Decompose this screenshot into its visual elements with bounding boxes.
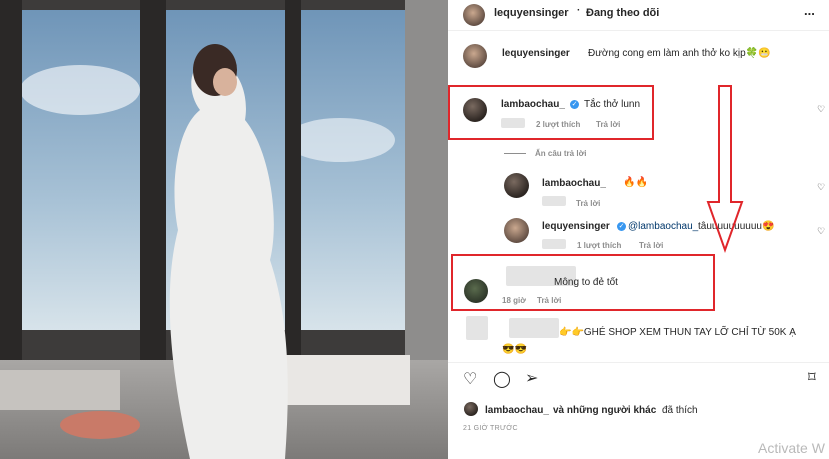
reply1-avatar[interactable] — [504, 173, 529, 198]
comment3-blurred-username — [509, 318, 559, 338]
photo-illustration — [0, 0, 448, 459]
hide-replies[interactable]: Ẩn câu trả lời — [535, 149, 586, 158]
verified-icon: ✓ — [617, 222, 626, 231]
caption-avatar[interactable] — [463, 44, 487, 68]
reply1-username[interactable]: lambaochau_ — [542, 178, 606, 189]
action-divider — [448, 362, 829, 363]
likes-suffix: đã thích — [662, 405, 698, 416]
comment1-like-icon[interactable]: ♡ — [817, 104, 825, 115]
reply2-reply[interactable]: Trả lời — [639, 241, 663, 250]
likes-text[interactable]: và những người khác — [553, 405, 656, 416]
post-timestamp: 21 GIỜ TRƯỚC — [463, 425, 518, 432]
more-options-icon[interactable]: ... — [804, 3, 815, 18]
highlight-box-2 — [451, 254, 715, 311]
comment3-extra: 😎😎 — [502, 344, 527, 355]
header-avatar[interactable] — [463, 4, 485, 26]
likes-username[interactable]: lambaochau_ — [485, 405, 549, 416]
comment3-blurred-avatar — [466, 316, 488, 340]
caption-text: Đường cong em làm anh thở ko kịp🍀😬 — [588, 48, 771, 59]
reply1-text: 🔥🔥 — [623, 177, 648, 188]
post-photo — [0, 0, 448, 459]
reply1-reply[interactable]: Trả lời — [576, 199, 600, 208]
caption-username[interactable]: lequyensinger — [502, 48, 570, 59]
activate-watermark: Activate W — [758, 440, 825, 456]
red-arrow-icon — [706, 85, 744, 253]
reply1-blurred-time — [542, 196, 566, 206]
replies-divider — [504, 153, 526, 154]
reply2-username[interactable]: lequyensinger — [542, 221, 610, 232]
header-divider — [448, 30, 829, 31]
header-username[interactable]: lequyensinger — [494, 7, 569, 19]
comment3-text: 👉👉GHÉ SHOP XEM THUN TAY LỠ CHỈ TỪ 50K Ạ — [559, 327, 796, 338]
reply2-blurred-time — [542, 239, 566, 249]
reply2-likes[interactable]: 1 lượt thích — [577, 241, 621, 250]
comment-icon[interactable]: ◯ — [493, 369, 511, 389]
header-separator: · — [577, 5, 581, 16]
comments-panel: lequyensinger · Đang theo dõi ... lequye… — [448, 0, 829, 459]
like-icon[interactable]: ♡ — [463, 369, 477, 389]
highlight-box-1 — [448, 85, 654, 140]
reply2-mention[interactable]: @lambaochau_ — [628, 221, 698, 232]
reply2-like-icon[interactable]: ♡ — [817, 226, 825, 237]
share-icon[interactable]: ➢ — [525, 368, 538, 388]
follow-status[interactable]: Đang theo dõi — [586, 7, 659, 19]
reply2-avatar[interactable] — [504, 218, 529, 243]
bookmark-icon[interactable]: ⌑ — [808, 368, 816, 386]
reply1-like-icon[interactable]: ♡ — [817, 182, 825, 193]
likes-avatar — [464, 402, 478, 416]
